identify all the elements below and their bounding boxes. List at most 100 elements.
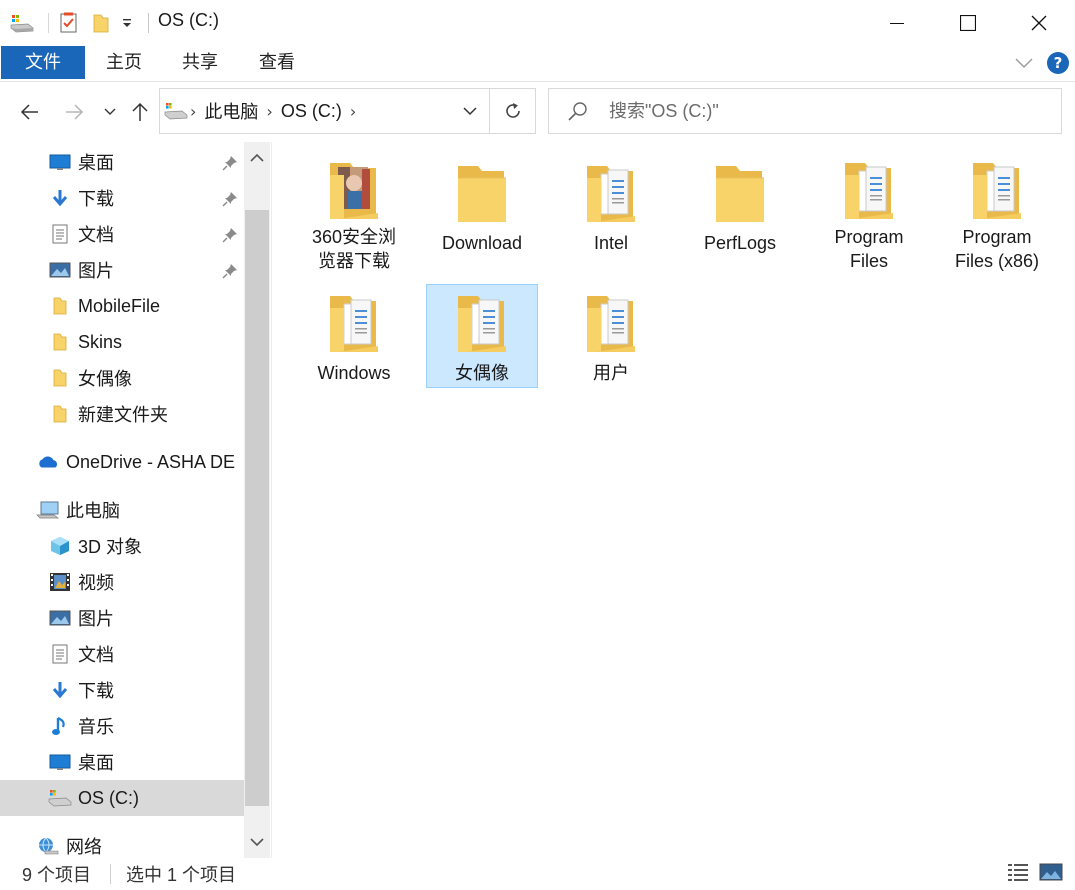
folder-docs-icon xyxy=(324,285,384,361)
ribbon-tabs: 文件 主页 共享 查看 ? xyxy=(0,46,1075,82)
up-button[interactable] xyxy=(126,94,154,130)
details-view-icon xyxy=(1008,864,1028,881)
folder-item[interactable]: PerfLogs xyxy=(684,154,796,258)
this-pc-item[interactable]: 3D 对象 xyxy=(0,528,244,564)
nav-item-label: 下载 xyxy=(78,681,114,701)
folder-label: 用户 xyxy=(593,363,629,383)
folder-docs-icon xyxy=(839,155,899,225)
tab-file[interactable]: 文件 xyxy=(1,46,85,79)
breadcrumb-chevron-icon[interactable]: › xyxy=(188,102,198,121)
status-bar: 9 个项目 选中 1 个项目 xyxy=(0,858,1075,890)
nav-item-label: Skins xyxy=(78,331,123,352)
scroll-down-button[interactable] xyxy=(244,828,270,856)
this-pc-item[interactable]: 图片 xyxy=(0,600,244,636)
quick-access-item[interactable]: 图片 xyxy=(0,252,244,288)
customize-toolbar-icon[interactable] xyxy=(120,14,134,32)
nav-item-label: 网络 xyxy=(66,837,102,857)
tab-share[interactable]: 共享 xyxy=(166,46,234,79)
folder-item[interactable]: 360安全浏 览器下载 xyxy=(298,154,410,271)
folder-item[interactable]: 女偶像 xyxy=(426,284,538,388)
address-history-button[interactable] xyxy=(450,89,490,133)
videos-icon xyxy=(48,570,72,594)
nav-scrollbar[interactable] xyxy=(244,142,270,858)
recent-locations-button[interactable] xyxy=(100,94,120,130)
back-button[interactable] xyxy=(14,94,46,130)
pictures-icon xyxy=(48,258,72,282)
quick-access-item[interactable]: 桌面 xyxy=(0,144,244,180)
search-input[interactable] xyxy=(607,97,1047,125)
title-bar: OS (C:) xyxy=(0,0,1075,46)
breadcrumb-chevron-icon[interactable]: › xyxy=(264,102,274,121)
quick-access-item[interactable]: 新建文件夹 xyxy=(0,396,244,432)
folder-item[interactable]: Program Files (x86) xyxy=(941,154,1053,271)
quick-access-item[interactable]: 下载 xyxy=(0,180,244,216)
download-icon xyxy=(48,186,72,210)
help-button[interactable]: ? xyxy=(1047,51,1069,74)
arrow-left-icon xyxy=(20,104,38,120)
folder-label: Intel xyxy=(593,233,629,253)
this-pc-item[interactable]: OS (C:) xyxy=(0,780,244,816)
this-pc-item[interactable]: 音乐 xyxy=(0,708,244,744)
drive-app-icon[interactable] xyxy=(10,12,34,34)
folder-item[interactable]: 用户 xyxy=(555,284,667,388)
folder-item[interactable]: Intel xyxy=(555,154,667,258)
download-icon xyxy=(48,678,72,702)
nav-item-label: 桌面 xyxy=(78,153,114,173)
folder-icon xyxy=(48,366,72,390)
window-title: OS (C:) xyxy=(158,10,219,30)
this-pc-item[interactable]: 视频 xyxy=(0,564,244,600)
quick-access-item[interactable]: Skins xyxy=(0,324,244,360)
pin-icon[interactable] xyxy=(222,191,238,212)
folder-item[interactable]: Program Files xyxy=(813,154,925,271)
arrow-up-icon xyxy=(132,102,148,121)
folder-photo-icon xyxy=(324,155,384,225)
quick-access-item[interactable]: MobileFile xyxy=(0,288,244,324)
breadcrumb-this-pc[interactable]: 此电脑 xyxy=(198,98,264,124)
folder-icon xyxy=(710,155,770,231)
nav-this-pc[interactable]: 此电脑 xyxy=(0,492,244,528)
this-pc-item[interactable]: 下载 xyxy=(0,672,244,708)
quick-access-item[interactable]: 女偶像 xyxy=(0,360,244,396)
folder-item[interactable]: Download xyxy=(426,154,538,258)
refresh-button[interactable] xyxy=(489,89,535,133)
nav-onedrive[interactable]: OneDrive - ASHA DE xyxy=(0,444,244,480)
nav-item-label: 视频 xyxy=(78,573,114,593)
search-box[interactable] xyxy=(548,88,1062,134)
expand-ribbon-button[interactable] xyxy=(1015,57,1033,69)
large-icons-view-icon xyxy=(1039,863,1063,881)
maximize-icon xyxy=(960,15,976,31)
quick-access-item[interactable]: 文档 xyxy=(0,216,244,252)
close-icon xyxy=(1031,15,1047,31)
properties-icon[interactable] xyxy=(59,12,79,34)
this-pc-item[interactable]: 文档 xyxy=(0,636,244,672)
details-view-button[interactable] xyxy=(1005,860,1031,884)
breadcrumb-os-c[interactable]: OS (C:) xyxy=(275,101,348,122)
minimize-button[interactable] xyxy=(862,0,932,46)
documents-icon xyxy=(48,222,72,246)
pin-icon[interactable] xyxy=(222,263,238,284)
close-button[interactable] xyxy=(1004,0,1074,46)
nav-network[interactable]: 网络 xyxy=(0,828,244,858)
pin-icon[interactable] xyxy=(222,155,238,176)
pin-icon[interactable] xyxy=(222,227,238,248)
folder-item[interactable]: Windows xyxy=(298,284,410,388)
folder-icon xyxy=(48,330,72,354)
address-bar[interactable]: › 此电脑 › OS (C:) › xyxy=(159,88,536,134)
breadcrumb-chevron-icon[interactable]: › xyxy=(348,102,358,121)
nav-item-label: 下载 xyxy=(78,189,114,209)
maximize-button[interactable] xyxy=(933,0,1003,46)
this-pc-item[interactable]: 桌面 xyxy=(0,744,244,780)
tab-view[interactable]: 查看 xyxy=(243,46,311,79)
nav-item-label: OS (C:) xyxy=(78,787,139,808)
forward-button[interactable] xyxy=(58,94,90,130)
scroll-up-button[interactable] xyxy=(244,144,270,172)
new-folder-icon[interactable] xyxy=(92,12,110,34)
chevron-down-icon xyxy=(104,108,116,115)
nav-item-label: 女偶像 xyxy=(78,369,132,389)
nav-item-label: 桌面 xyxy=(78,753,114,773)
folder-docs-icon xyxy=(581,155,641,231)
scroll-thumb[interactable] xyxy=(245,210,269,806)
large-icons-view-button[interactable] xyxy=(1038,860,1064,884)
selected-count: 选中 1 个项目 xyxy=(126,865,237,885)
tab-home[interactable]: 主页 xyxy=(90,46,158,79)
